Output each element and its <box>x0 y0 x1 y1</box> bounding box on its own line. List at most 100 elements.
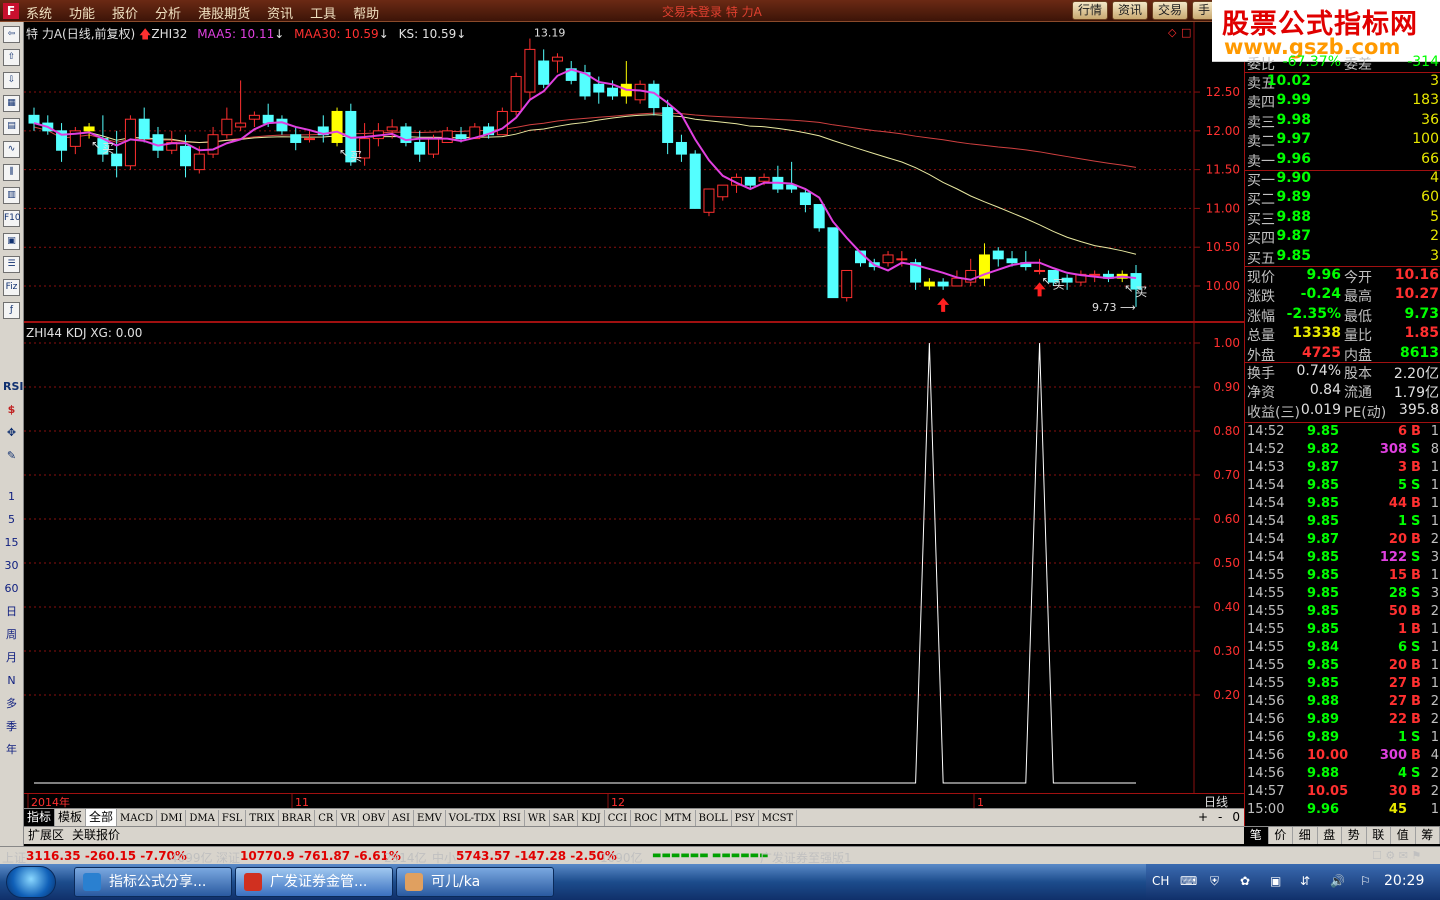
menu-item-2[interactable]: 报价 <box>112 3 138 22</box>
candle-body[interactable] <box>538 60 550 85</box>
tab-指标[interactable]: 指标 <box>24 809 56 826</box>
tab-sar[interactable]: SAR <box>550 810 579 827</box>
tab-mcst[interactable]: MCST <box>759 810 798 827</box>
clock[interactable]: 20:29 <box>1384 873 1424 889</box>
pane-maximize-icon[interactable]: □ <box>1181 26 1191 39</box>
period-0[interactable]: 1 <box>3 488 20 505</box>
candle-body[interactable] <box>152 134 164 151</box>
candle-body[interactable] <box>304 138 315 141</box>
candle-body[interactable] <box>207 134 219 155</box>
start-button[interactable] <box>6 866 56 898</box>
tool-1-icon[interactable]: $ <box>3 401 20 418</box>
candle-body[interactable] <box>813 204 825 229</box>
candle-body[interactable] <box>799 192 811 206</box>
candle-body[interactable] <box>607 87 619 97</box>
panel-tab-7[interactable]: 筹 <box>1416 827 1440 844</box>
candle-body[interactable] <box>524 48 536 93</box>
candle-body[interactable] <box>28 114 40 124</box>
panel-tab-2[interactable]: 细 <box>1293 827 1318 844</box>
kdj-pane[interactable]: 1.00 0.90 0.80 0.70 0.60 0.50 0.40 0.30 0.20 ZHI… <box>24 323 1244 793</box>
kline-icon[interactable]: ⫼ <box>3 164 20 181</box>
candle-body[interactable] <box>551 56 563 62</box>
tab-rsi[interactable]: RSI <box>500 810 525 827</box>
zx-index-value[interactable]: 5743.57 -147.28 -2.50% <box>456 849 617 863</box>
candle-body[interactable] <box>248 114 260 120</box>
sz-index-value[interactable]: 10770.9 -761.87 -6.61% <box>240 849 401 863</box>
tool-2-icon[interactable]: ✥ <box>3 424 20 441</box>
candle-body[interactable] <box>138 118 150 140</box>
candle-body[interactable] <box>593 83 605 93</box>
candle-body[interactable] <box>221 118 233 136</box>
candle-body[interactable] <box>1006 258 1018 264</box>
pane-settings-icon[interactable]: ◇ <box>1168 26 1177 39</box>
candle-body[interactable] <box>992 250 1004 260</box>
candle-body[interactable] <box>455 134 467 140</box>
menu-item-4[interactable]: 港股期货 <box>198 3 250 22</box>
candle-body[interactable] <box>951 277 963 287</box>
candle-body[interactable] <box>386 126 398 132</box>
report-icon[interactable]: ▣ <box>3 233 20 250</box>
up-icon[interactable]: ⇧ <box>3 49 20 66</box>
period-8[interactable]: N <box>3 672 20 689</box>
period-1[interactable]: 5 <box>3 511 20 528</box>
tool-0-icon[interactable]: RSI <box>3 378 24 395</box>
panel-tab-3[interactable]: 盘 <box>1318 827 1342 844</box>
candle-body[interactable] <box>662 107 674 143</box>
candle-body[interactable] <box>896 258 908 261</box>
candle-body[interactable] <box>758 176 770 182</box>
period-10[interactable]: 季 <box>3 718 20 735</box>
ext-tab-0[interactable]: 扩展区 <box>24 827 68 844</box>
period-11[interactable]: 年 <box>3 741 20 758</box>
candle-body[interactable] <box>827 227 839 299</box>
top-button-0[interactable]: 行情 <box>1072 1 1109 20</box>
tab-dmi[interactable]: DMI <box>157 810 187 827</box>
candle-body[interactable] <box>937 281 949 287</box>
candle-body[interactable] <box>180 145 192 167</box>
f10-icon[interactable]: F10 <box>3 210 21 227</box>
candle-body[interactable] <box>124 118 136 167</box>
candle-body[interactable] <box>441 130 453 143</box>
quote-icon[interactable]: ▦ <box>3 95 20 112</box>
volume-icon[interactable]: ▥ <box>3 187 20 204</box>
tab-vol-tdx[interactable]: VOL-TDX <box>446 810 500 827</box>
candle-body[interactable] <box>923 281 935 287</box>
tab-kdj[interactable]: KDJ <box>578 810 605 827</box>
candle-body[interactable] <box>235 122 247 128</box>
menu-item-1[interactable]: 功能 <box>69 3 95 22</box>
sh-index-value[interactable]: 3116.35 -260.15 -7.70% <box>26 849 187 863</box>
candle-body[interactable] <box>111 153 123 167</box>
period-9[interactable]: 多 <box>3 695 20 712</box>
tab-trix[interactable]: TRIX <box>246 810 279 827</box>
tab-boll[interactable]: BOLL <box>696 810 732 827</box>
tab-macd[interactable]: MACD <box>117 810 158 827</box>
tab-fsl[interactable]: FSL <box>219 810 247 827</box>
candle-body[interactable] <box>276 118 288 132</box>
task-3[interactable]: 可儿/ka <box>396 867 554 897</box>
candle-body[interactable] <box>290 134 302 143</box>
candle-body[interactable] <box>717 184 729 198</box>
candle-body[interactable] <box>744 176 756 186</box>
tab-obv[interactable]: OBV <box>359 810 389 827</box>
period-3[interactable]: 30 <box>3 557 20 574</box>
tool-3-icon[interactable]: ✎ <box>3 447 20 464</box>
tab-roc[interactable]: ROC <box>631 810 662 827</box>
menu-item-7[interactable]: 帮助 <box>353 3 379 22</box>
menu-item-3[interactable]: 分析 <box>155 3 181 22</box>
task-1[interactable]: 指标公式分享... <box>74 867 232 897</box>
candle-body[interactable] <box>193 153 205 171</box>
panel-tab-0[interactable]: 笔 <box>1244 827 1269 844</box>
tab-模板[interactable]: 模板 <box>55 809 87 826</box>
tab-ctrl-1[interactable]: - <box>1218 809 1222 826</box>
candle-body[interactable] <box>510 76 522 112</box>
tab-wr[interactable]: WR <box>525 810 550 827</box>
top-button-1[interactable]: 资讯 <box>1112 1 1149 20</box>
candle-body[interactable] <box>841 269 853 299</box>
candle-body[interactable] <box>331 110 343 143</box>
panel-tab-5[interactable]: 联 <box>1367 827 1391 844</box>
kline-chart[interactable]: 12.50 12.00 11.50 11.00 10.50 10.00 ◇ □ 13.19 9.7… <box>24 22 1244 322</box>
candle-body[interactable] <box>414 141 426 155</box>
task-2[interactable]: 广发证券金管... <box>235 867 393 897</box>
period-4[interactable]: 60 <box>3 580 20 597</box>
panel-tab-1[interactable]: 价 <box>1269 827 1293 844</box>
tab-emv[interactable]: EMV <box>414 810 446 827</box>
